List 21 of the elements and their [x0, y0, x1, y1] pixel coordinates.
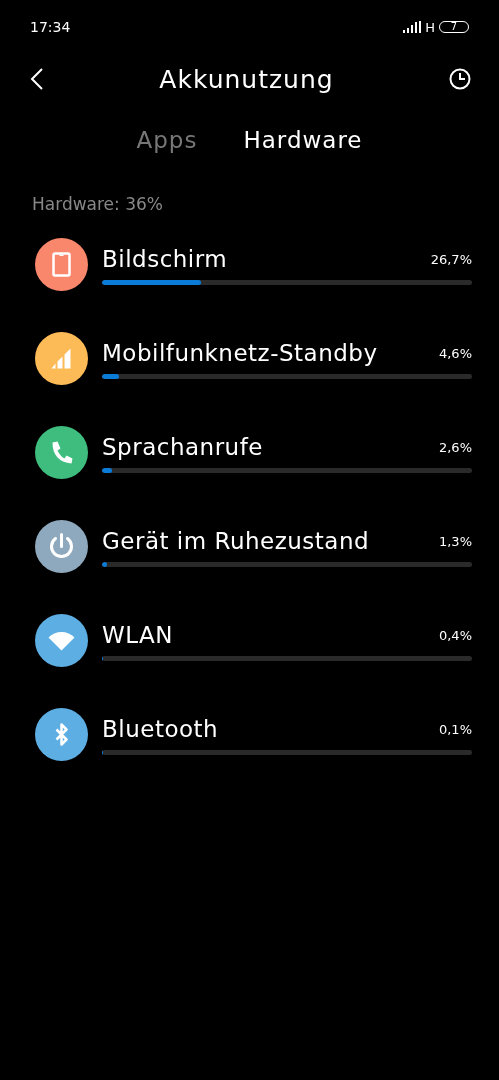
item-name: Gerät im Ruhezustand	[102, 528, 370, 554]
clock: 17:34	[30, 19, 71, 35]
screen-title: Akkunutzung	[159, 64, 334, 94]
usage-percent: 0,1%	[438, 721, 472, 737]
usage-percent: 0,4%	[438, 627, 472, 643]
section-label: Hardware: 36%	[32, 194, 163, 214]
back-icon[interactable]	[30, 68, 44, 90]
item-name: Bluetooth	[102, 716, 219, 742]
clock-icon[interactable]	[449, 68, 471, 90]
tab[interactable]: Apps	[136, 120, 198, 160]
item-name: Sprachanrufe	[102, 434, 263, 460]
usage-percent: 2,6%	[438, 439, 472, 455]
item-name: Mobilfunknetz-Standby	[102, 340, 378, 366]
tab[interactable]: Hardware	[243, 120, 363, 160]
usage-percent: 26,7%	[430, 251, 472, 267]
usage-percent: 4,6%	[438, 345, 472, 361]
network-type: H	[425, 19, 435, 35]
item-name: WLAN	[102, 622, 174, 648]
item-name: Bildschirm	[102, 246, 228, 272]
signal-icon	[403, 21, 422, 33]
usage-percent: 1,3%	[438, 533, 472, 549]
